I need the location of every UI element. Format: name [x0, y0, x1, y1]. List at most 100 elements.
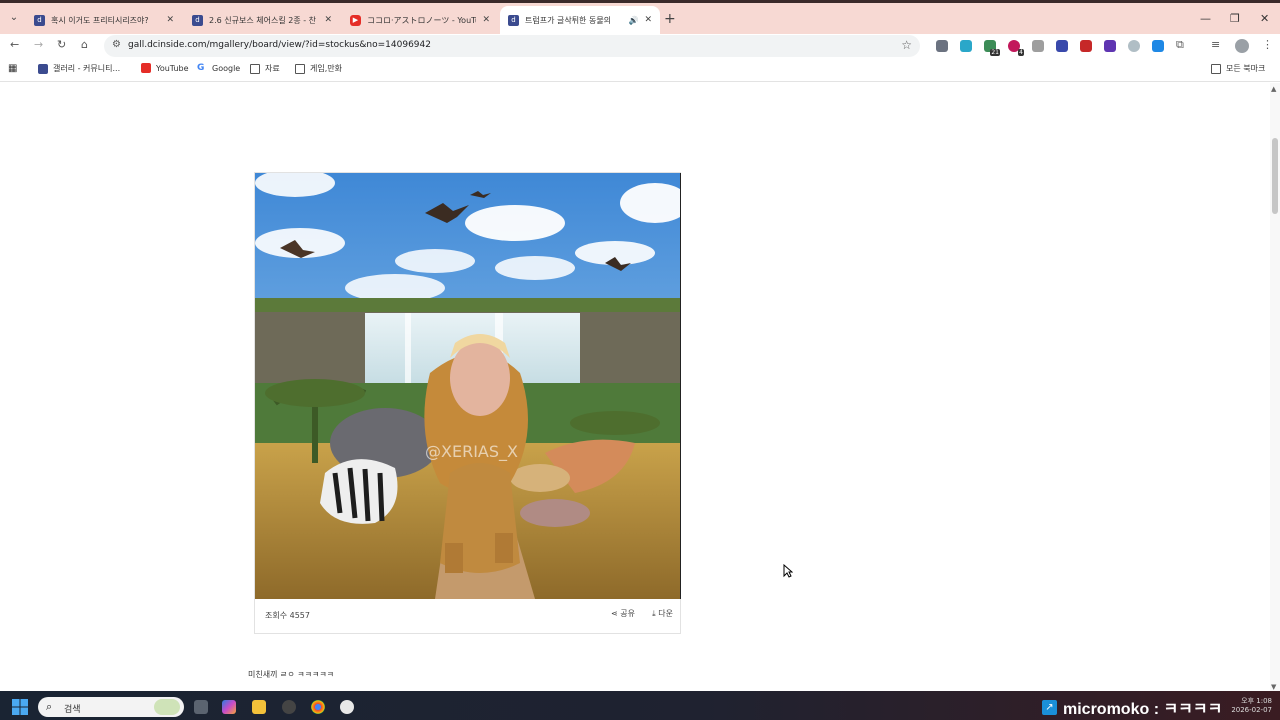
share-label: 공유	[620, 609, 635, 618]
reload-icon[interactable]: ↻	[57, 38, 66, 51]
media-control-icon[interactable]: ≡	[1211, 38, 1220, 51]
tab-title: 트럼프가 글삭튀한 동물의	[525, 15, 612, 25]
speaker-icon[interactable]: 🔊	[628, 16, 638, 25]
close-icon[interactable]: ✕	[324, 15, 332, 25]
scrollbar-thumb[interactable]	[1272, 138, 1278, 214]
scroll-up-icon[interactable]: ▲	[1271, 85, 1276, 93]
bookmark-label: Google	[212, 63, 241, 73]
search-icon: ⌕	[46, 700, 53, 713]
tab-2[interactable]: d 2.6 신규보스 체어스킬 2종 - 찬 ✕	[184, 6, 340, 34]
address-bar[interactable]: ⚙ gall.dcinside.com/mgallery/board/view/…	[104, 35, 920, 57]
taskbar-search[interactable]: ⌕ 검색	[38, 697, 184, 717]
bookmark-google[interactable]: G Google	[197, 63, 240, 73]
post-body-text: 미친새끼 ㄹㅇ ㅋㅋㅋㅋㅋ	[248, 670, 335, 679]
view-count: 조회수 4557	[265, 611, 310, 620]
extension-icon[interactable]: 21	[984, 40, 1000, 56]
bookmark-folder-games[interactable]: 게임,만화	[295, 63, 342, 74]
extension-icon[interactable]: 4	[1008, 40, 1024, 56]
bookmark-folder-data[interactable]: 자료	[250, 63, 280, 74]
extension-icon[interactable]	[1080, 40, 1092, 52]
extension-badge: 21	[990, 49, 1000, 56]
all-bookmarks-label: 모든 북마크	[1226, 64, 1266, 73]
new-tab-button[interactable]: +	[664, 11, 676, 27]
page-content: @XERIAS_X 조회수 4557 ⋖ 공유 ⤓ 다운 미친새끼 ㄹㅇ ㅋㅋㅋ…	[0, 83, 1270, 691]
home-icon[interactable]: ⌂	[81, 38, 88, 51]
bookmark-youtube[interactable]: YouTube	[141, 63, 189, 73]
close-icon[interactable]: ✕	[482, 15, 490, 25]
google-icon: G	[197, 63, 207, 73]
extension-icon[interactable]	[960, 40, 972, 52]
tab-1[interactable]: d 혹시 이거도 프리티시리즈야? ✕	[26, 6, 182, 34]
folder-icon	[1211, 63, 1221, 74]
download-extension-icon[interactable]	[1152, 40, 1164, 52]
apps-grid-icon[interactable]: ▦	[8, 63, 17, 74]
extension-badge: 4	[1018, 49, 1024, 56]
windows-start-icon[interactable]	[12, 699, 28, 715]
close-icon[interactable]: ✕	[644, 15, 652, 25]
youtube-icon: ▶	[350, 14, 361, 26]
restore-icon[interactable]: ❐	[1230, 12, 1240, 25]
forward-icon[interactable]: →	[34, 38, 43, 51]
minimize-icon[interactable]: —	[1200, 12, 1211, 25]
copilot-icon[interactable]	[222, 700, 236, 714]
youtube-icon	[141, 63, 151, 73]
window-close-icon[interactable]: ✕	[1260, 12, 1269, 25]
dcinside-icon	[38, 63, 48, 74]
extension-icon[interactable]	[936, 40, 948, 52]
post-meta-bar: 조회수 4557 ⋖ 공유 ⤓ 다운	[255, 599, 681, 634]
stream-chat-text: micromoko : ㅋㅋㅋㅋ	[1063, 701, 1223, 718]
tab-4-active[interactable]: d 트럼프가 글삭튀한 동물의 🔊 ✕	[500, 6, 660, 34]
tab-search-chevron-icon[interactable]: ⌄	[6, 10, 22, 26]
share-button[interactable]: ⋖ 공유	[611, 608, 635, 619]
close-icon[interactable]: ✕	[166, 15, 174, 25]
bookmark-star-icon[interactable]: ☆	[901, 38, 912, 52]
tab-3[interactable]: ▶ ココロ·アストロノーツ - YouTube ✕	[342, 6, 498, 34]
all-bookmarks[interactable]: 모든 북마크	[1211, 63, 1265, 74]
bookmark-label: 게임,만화	[310, 64, 342, 73]
browser-toolbar: ← → ↻ ⌂ ⚙ gall.dcinside.com/mgallery/boa…	[0, 34, 1280, 58]
post-image[interactable]: @XERIAS_X	[255, 173, 681, 599]
clock-date: 2026-02-07	[1231, 706, 1272, 714]
menu-kebab-icon[interactable]: ⋮	[1262, 38, 1273, 51]
system-clock[interactable]: 오후 1:08 2026-02-07	[1222, 697, 1272, 715]
extension-icon[interactable]	[1128, 40, 1140, 52]
back-icon[interactable]: ←	[10, 38, 19, 51]
lion-waterfall-image: @XERIAS_X	[255, 173, 680, 599]
post-image-card: @XERIAS_X 조회수 4557 ⋖ 공유 ⤓ 다운	[254, 172, 681, 634]
stream-logo-icon: ↗	[1042, 699, 1057, 715]
scroll-down-icon[interactable]: ▼	[1271, 683, 1276, 691]
bookmarks-bar: ▦ 갤러리 - 커뮤니티... YouTube G Google 자료 게임,만…	[0, 58, 1280, 82]
extension-icon[interactable]	[1056, 40, 1068, 52]
bookmark-gallery[interactable]: 갤러리 - 커뮤니티...	[38, 63, 120, 74]
file-explorer-icon[interactable]	[252, 700, 266, 714]
chat-app-icon[interactable]	[340, 700, 354, 714]
url-text: gall.dcinside.com/mgallery/board/view/?i…	[128, 40, 431, 50]
vertical-scrollbar[interactable]: ▲ ▼	[1270, 83, 1280, 691]
tab-title: 혹시 이거도 프리티시리즈야?	[51, 15, 149, 25]
dcinside-icon: d	[34, 14, 45, 26]
extensions-puzzle-icon[interactable]: ⧉	[1176, 38, 1184, 52]
folder-icon	[295, 63, 305, 74]
task-view-icon[interactable]	[194, 700, 208, 714]
extension-icon[interactable]	[1104, 40, 1116, 52]
bookmark-label: 갤러리 - 커뮤니티...	[53, 64, 121, 73]
bookmark-label: 자료	[265, 64, 280, 73]
stream-chat-overlay: ↗ micromoko : ㅋㅋㅋㅋ	[1042, 695, 1222, 719]
chrome-icon[interactable]	[311, 700, 325, 714]
profile-avatar[interactable]	[1235, 39, 1249, 53]
site-info-icon[interactable]: ⚙	[112, 39, 121, 50]
app-icon[interactable]	[282, 700, 296, 714]
dcinside-icon: d	[508, 14, 519, 26]
image-watermark: @XERIAS_X	[425, 442, 518, 462]
tab-title: ココロ·アストロノーツ - YouTube	[367, 15, 476, 25]
download-label: 다운	[658, 609, 673, 618]
dcinside-icon: d	[192, 14, 203, 26]
tab-title: 2.6 신규보스 체어스킬 2종 - 찬	[209, 15, 317, 25]
search-placeholder: 검색	[64, 705, 81, 715]
download-button[interactable]: ⤓ 다운	[652, 608, 673, 619]
extension-icon[interactable]	[1032, 40, 1044, 52]
mouse-cursor-icon	[783, 564, 793, 578]
clock-time: 오후 1:08	[1241, 697, 1272, 705]
share-icon: ⋖	[611, 609, 621, 618]
folder-icon	[250, 63, 260, 74]
